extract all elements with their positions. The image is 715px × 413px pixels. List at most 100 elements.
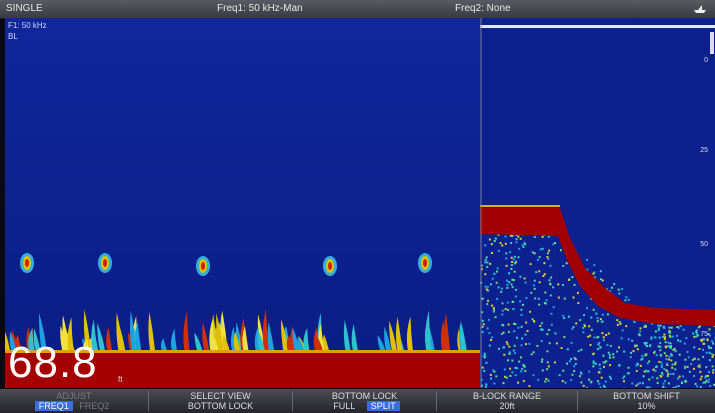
speckle-dot <box>512 308 515 311</box>
speckle-dot <box>699 378 702 381</box>
speckle-dot <box>685 380 688 383</box>
speckle-dot <box>546 368 549 371</box>
speckle-dot <box>544 291 547 294</box>
speckle-dot <box>671 363 674 366</box>
speckle-dot <box>659 345 662 348</box>
speckle-dot <box>548 249 551 252</box>
speckle-dot <box>496 267 499 270</box>
speckle-dot <box>483 352 486 355</box>
speckle-dot <box>665 354 668 357</box>
speckle-dot <box>677 377 680 380</box>
speckle-dot <box>542 275 545 278</box>
main-echogram[interactable] <box>5 18 480 388</box>
speckle-dot <box>513 262 516 265</box>
option-full[interactable]: FULL <box>329 401 359 411</box>
speckle-dot <box>580 381 583 384</box>
speckle-dot <box>497 347 500 350</box>
bl-label: BL <box>8 32 18 41</box>
speckle-dot <box>682 328 685 331</box>
speckle-dot <box>694 382 697 385</box>
speckle-dot <box>532 284 535 287</box>
speckle-dot <box>657 345 660 348</box>
speckle-dot <box>504 235 507 238</box>
speckle-dot <box>604 380 607 383</box>
speckle-dot <box>599 270 602 273</box>
speckle-dot <box>536 344 539 347</box>
speckle-dot <box>618 364 621 367</box>
speckle-dot <box>506 343 509 346</box>
speckle-dot <box>484 244 487 247</box>
speckle-dot <box>510 264 513 267</box>
option-split[interactable]: SPLIT <box>366 401 400 411</box>
softkey-block-range[interactable]: B-LOCK RANGE 20ft <box>437 389 577 413</box>
depth-unit: ft <box>118 375 123 384</box>
speckle-dot <box>558 374 561 377</box>
title-bar: SINGLE Freq1: 50 kHz-Man Freq2: None <box>0 0 715 19</box>
speckle-dot <box>514 288 517 291</box>
speckle-dot <box>692 375 695 378</box>
softkey-select-view[interactable]: SELECT VIEW BOTTOM LOCK <box>149 389 292 413</box>
speckle-dot <box>662 386 665 388</box>
speckle-dot <box>573 365 576 368</box>
speckle-dot <box>687 356 690 359</box>
speckle-dot <box>618 321 621 324</box>
speckle-dot <box>539 324 542 327</box>
speckle-dot <box>651 376 654 379</box>
speckle-dot <box>549 264 552 267</box>
speckle-dot <box>531 318 534 321</box>
right-scale-label: 75 <box>700 331 708 338</box>
speckle-dot <box>657 327 660 330</box>
speckle-dot <box>613 283 616 286</box>
speckle-dot <box>631 382 634 385</box>
speckle-dot <box>485 361 488 364</box>
speckle-dot <box>481 331 484 334</box>
speckle-dot <box>638 334 641 337</box>
bottom-lock-panel[interactable]: 20 15 10 5 0 0 25 50 75 <box>480 18 715 388</box>
speckle-dot <box>601 313 604 316</box>
speckle-dot <box>577 302 580 305</box>
speckle-dot <box>601 279 604 282</box>
speckle-dot <box>504 308 507 311</box>
speckle-dot <box>621 329 624 332</box>
speckle-dot <box>515 238 518 241</box>
zoom-water <box>480 18 715 388</box>
option-range-value: 20ft <box>499 401 515 411</box>
zoom-scrollbar[interactable] <box>710 32 714 54</box>
speckle-dot <box>616 350 619 353</box>
option-freq2[interactable]: FREQ2 <box>75 401 113 411</box>
speckle-dot <box>588 370 591 373</box>
softkey-bottom-shift[interactable]: BOTTOM SHIFT 10% <box>578 389 715 413</box>
speckle-dot <box>577 350 580 353</box>
speckle-dot <box>644 343 647 346</box>
fish-arch <box>196 256 210 276</box>
speckle-dot <box>538 270 541 273</box>
speckle-dot <box>543 262 546 265</box>
speckle-dot <box>572 326 575 329</box>
speckle-dot <box>599 278 602 281</box>
speckle-dot <box>664 346 667 349</box>
softkey-bottom-lock[interactable]: BOTTOM LOCK FULL SPLIT <box>293 389 436 413</box>
speckle-dot <box>550 323 553 326</box>
speckle-dot <box>686 350 689 353</box>
speckle-dot <box>639 382 642 385</box>
speckle-dot <box>520 344 523 347</box>
speckle-dot <box>506 279 509 282</box>
option-freq1[interactable]: FREQ1 <box>34 401 73 411</box>
speckle-dot <box>574 362 577 365</box>
speckle-dot <box>514 295 517 298</box>
speckle-dot <box>639 327 642 330</box>
speckle-dot <box>539 248 542 251</box>
speckle-dot <box>517 381 520 384</box>
speckle-dot <box>528 342 531 345</box>
speckle-dot <box>501 323 504 326</box>
softkey-adjust[interactable]: ADJUST FREQ1 FREQ2 <box>0 389 148 413</box>
speckle-dot <box>648 360 651 363</box>
speckle-dot <box>500 287 503 290</box>
speckle-dot <box>643 370 646 373</box>
speckle-dot <box>533 235 536 238</box>
speckle-dot <box>565 262 568 265</box>
speckle-dot <box>545 299 548 302</box>
speckle-dot <box>540 322 543 325</box>
speckle-dot <box>513 344 516 347</box>
speckle-dot <box>602 336 605 339</box>
